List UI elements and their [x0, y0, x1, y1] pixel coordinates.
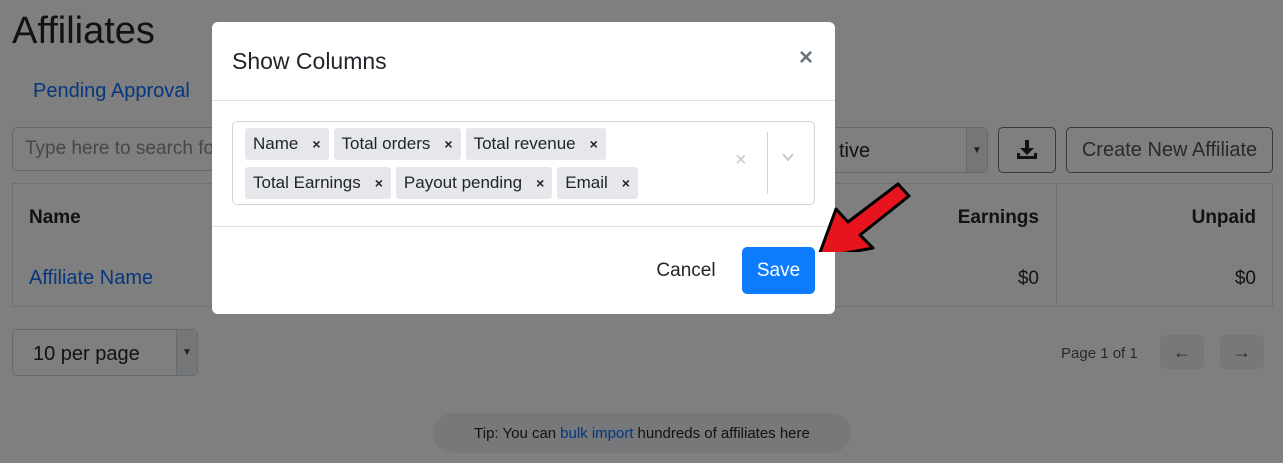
show-columns-modal: Show Columns × Name × Total orders × Tot… — [212, 22, 835, 314]
modal-footer: Cancel Save — [212, 227, 835, 314]
multiselect-divider — [767, 132, 768, 194]
column-chip-total-earnings: Total Earnings × — [245, 167, 391, 199]
clear-all-icon[interactable]: × — [735, 149, 747, 172]
column-chip-name: Name × — [245, 128, 329, 160]
cancel-button[interactable]: Cancel — [642, 247, 730, 294]
remove-chip-icon[interactable]: × — [444, 136, 452, 152]
remove-chip-icon[interactable]: × — [536, 175, 544, 191]
close-icon[interactable]: × — [799, 46, 813, 70]
selected-columns: Name × Total orders × Total revenue × To… — [245, 128, 725, 199]
remove-chip-icon[interactable]: × — [375, 175, 383, 191]
save-button[interactable]: Save — [742, 247, 815, 294]
remove-chip-icon[interactable]: × — [312, 136, 320, 152]
modal-title: Show Columns — [232, 48, 387, 74]
modal-header: Show Columns × — [212, 22, 835, 101]
chip-label: Total orders — [341, 134, 431, 153]
column-chip-payout-pending: Payout pending × — [395, 167, 553, 199]
red-pointer-arrow-icon — [818, 182, 911, 252]
chip-label: Name — [253, 134, 299, 153]
chip-label: Total Earnings — [253, 173, 361, 192]
chevron-down-icon[interactable] — [781, 150, 795, 164]
remove-chip-icon[interactable]: × — [590, 136, 598, 152]
chip-label: Total revenue — [473, 134, 576, 153]
chip-label: Payout pending — [403, 173, 523, 192]
column-chip-total-revenue: Total revenue × — [465, 128, 606, 160]
chip-label: Email — [565, 173, 608, 192]
modal-body: Name × Total orders × Total revenue × To… — [212, 101, 835, 227]
column-chip-total-orders: Total orders × — [333, 128, 461, 160]
column-chip-email: Email × — [557, 167, 638, 199]
columns-multiselect[interactable]: Name × Total orders × Total revenue × To… — [232, 121, 815, 205]
remove-chip-icon[interactable]: × — [622, 175, 630, 191]
